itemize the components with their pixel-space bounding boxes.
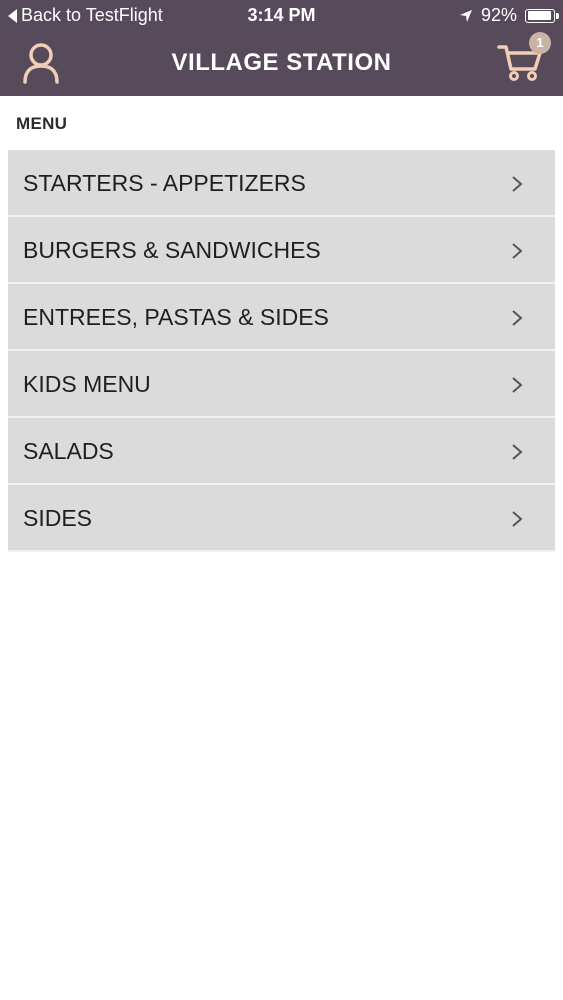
menu-item-burgers-sandwiches[interactable]: BURGERS & SANDWICHES — [8, 217, 555, 284]
status-bar: Back to TestFlight 3:14 PM 92% — [0, 0, 563, 32]
menu-item-salads[interactable]: SALADS — [8, 418, 555, 485]
menu-item-sides[interactable]: SIDES — [8, 485, 555, 552]
menu-item-label: SIDES — [23, 505, 93, 531]
cart-button[interactable]: 1 — [497, 32, 551, 82]
menu-item-label: KIDS MENU — [23, 371, 151, 397]
battery-icon — [525, 8, 559, 23]
menu-item-label: BURGERS & SANDWICHES — [23, 237, 321, 263]
menu-item-starters-appetizers[interactable]: STARTERS - APPETIZERS — [8, 150, 555, 217]
chevron-right-icon — [512, 444, 523, 460]
battery-percentage: 92% — [480, 5, 517, 25]
menu-item-label: ENTREES, PASTAS & SIDES — [23, 304, 329, 330]
chevron-right-icon — [512, 310, 523, 326]
location-arrow-icon — [459, 9, 472, 22]
menu-item-kids-menu[interactable]: KIDS MENU — [8, 351, 555, 418]
cart-count-badge: 1 — [529, 32, 551, 54]
chevron-right-icon — [512, 511, 523, 527]
page-title: VILLAGE STATION — [171, 49, 392, 76]
menu-list: STARTERS - APPETIZERS BURGERS & SANDWICH… — [8, 150, 555, 552]
menu-item-entrees-pastas-sides[interactable]: ENTREES, PASTAS & SIDES — [8, 284, 555, 351]
chevron-right-icon — [512, 243, 523, 259]
chevron-right-icon — [512, 377, 523, 393]
menu-item-label: SALADS — [23, 438, 114, 464]
section-title: MENU — [16, 114, 68, 133]
status-right: 92% — [459, 5, 559, 26]
chevron-right-icon — [512, 176, 523, 192]
navigation-bar: VILLAGE STATION 1 — [0, 32, 563, 96]
menu-item-label: STARTERS - APPETIZERS — [23, 170, 306, 196]
top-bar: Back to TestFlight 3:14 PM 92% VILLAGE S… — [0, 0, 563, 96]
